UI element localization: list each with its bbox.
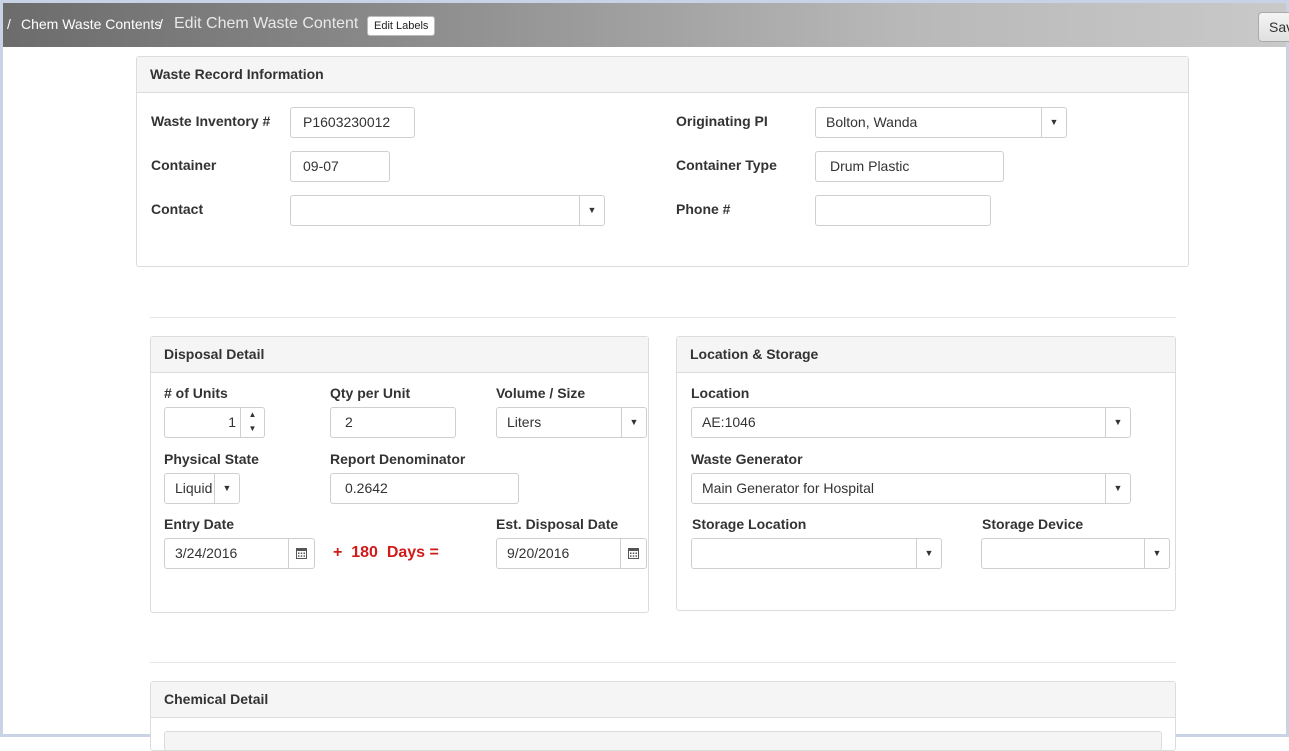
calendar-icon[interactable] bbox=[288, 539, 314, 568]
panel-title: Waste Record Information bbox=[137, 57, 1188, 93]
waste-generator-value: Main Generator for Hospital bbox=[702, 480, 874, 496]
calendar-icon[interactable] bbox=[620, 539, 646, 568]
units-value: 1 bbox=[228, 414, 236, 430]
chevron-up-icon[interactable]: ▲ bbox=[241, 408, 264, 422]
chevron-down-icon[interactable]: ▼ bbox=[241, 422, 264, 436]
volume-size-label: Volume / Size bbox=[496, 385, 586, 401]
chevron-down-icon[interactable]: ▼ bbox=[1144, 539, 1169, 568]
est-disposal-date-value: 9/20/2016 bbox=[507, 545, 570, 561]
physical-state-value: Liquid bbox=[175, 480, 213, 496]
volume-size-select[interactable]: Liters ▼ bbox=[496, 407, 647, 438]
panel-title: Chemical Detail bbox=[151, 682, 1175, 718]
breadcrumb-chem-waste-contents[interactable]: Chem Waste Contents bbox=[21, 16, 161, 32]
chevron-down-icon[interactable]: ▼ bbox=[916, 539, 941, 568]
container-field[interactable]: 09-07 bbox=[290, 151, 390, 182]
chevron-down-icon[interactable]: ▼ bbox=[1105, 408, 1130, 437]
panel-title: Location & Storage bbox=[677, 337, 1175, 373]
chemical-detail-inner-box bbox=[164, 731, 1162, 751]
phone-field[interactable] bbox=[815, 195, 991, 226]
breadcrumb-separator: / bbox=[7, 16, 11, 32]
contact-label: Contact bbox=[151, 201, 204, 217]
entry-date-value: 3/24/2016 bbox=[175, 545, 238, 561]
storage-location-label: Storage Location bbox=[692, 516, 807, 532]
phone-label: Phone # bbox=[676, 201, 731, 217]
breadcrumb-separator: / bbox=[159, 16, 163, 32]
waste-inventory-label: Waste Inventory # bbox=[151, 113, 271, 129]
contact-select[interactable]: ▼ bbox=[290, 195, 605, 226]
physical-state-label: Physical State bbox=[164, 451, 259, 467]
est-disposal-date-label: Est. Disposal Date bbox=[496, 516, 619, 532]
stepper-arrows[interactable]: ▲ ▼ bbox=[240, 408, 264, 437]
originating-pi-select[interactable]: Bolton, Wanda ▼ bbox=[815, 107, 1067, 138]
save-button[interactable]: Sav bbox=[1258, 12, 1289, 42]
chevron-down-icon[interactable]: ▼ bbox=[1105, 474, 1130, 503]
divider bbox=[150, 662, 1176, 663]
est-disposal-date-field[interactable]: 9/20/2016 bbox=[496, 538, 647, 569]
container-type-field[interactable]: Drum Plastic bbox=[815, 151, 1004, 182]
storage-location-select[interactable]: ▼ bbox=[691, 538, 942, 569]
units-stepper[interactable]: 1 ▲ ▼ bbox=[164, 407, 265, 438]
physical-state-select[interactable]: Liquid ▼ bbox=[164, 473, 240, 504]
edit-labels-button[interactable]: Edit Labels bbox=[367, 16, 436, 36]
top-bar: / Chem Waste Contents / Edit Chem Waste … bbox=[3, 0, 1289, 47]
disposal-days-formula: + 180 Days = bbox=[333, 544, 439, 561]
storage-device-label: Storage Device bbox=[982, 516, 1084, 532]
chevron-down-icon[interactable]: ▼ bbox=[214, 474, 239, 503]
location-label: Location bbox=[691, 385, 750, 401]
waste-inventory-field[interactable]: P1603230012 bbox=[290, 107, 415, 138]
location-value: AE:1046 bbox=[702, 414, 756, 430]
units-label: # of Units bbox=[164, 385, 228, 401]
chevron-down-icon[interactable]: ▼ bbox=[621, 408, 646, 437]
qty-per-unit-field[interactable]: 2 bbox=[330, 407, 456, 438]
waste-generator-select[interactable]: Main Generator for Hospital ▼ bbox=[691, 473, 1131, 504]
waste-generator-label: Waste Generator bbox=[691, 451, 803, 467]
chevron-down-icon[interactable]: ▼ bbox=[1041, 108, 1066, 137]
report-denominator-label: Report Denominator bbox=[330, 451, 466, 467]
container-label: Container bbox=[151, 157, 217, 173]
chevron-down-icon[interactable]: ▼ bbox=[579, 196, 604, 225]
storage-device-select[interactable]: ▼ bbox=[981, 538, 1170, 569]
qty-per-unit-label: Qty per Unit bbox=[330, 385, 411, 401]
breadcrumb-current: Edit Chem Waste Content bbox=[174, 15, 359, 32]
originating-pi-value: Bolton, Wanda bbox=[826, 114, 918, 130]
report-denominator-field[interactable]: 0.2642 bbox=[330, 473, 519, 504]
panel-title: Disposal Detail bbox=[151, 337, 648, 373]
entry-date-label: Entry Date bbox=[164, 516, 235, 532]
chemical-detail-panel: Chemical Detail bbox=[150, 681, 1176, 751]
entry-date-field[interactable]: 3/24/2016 bbox=[164, 538, 315, 569]
divider bbox=[150, 317, 1176, 318]
originating-pi-label: Originating PI bbox=[676, 113, 768, 129]
volume-size-value: Liters bbox=[507, 414, 542, 430]
container-type-label: Container Type bbox=[676, 157, 777, 173]
location-select[interactable]: AE:1046 ▼ bbox=[691, 407, 1131, 438]
